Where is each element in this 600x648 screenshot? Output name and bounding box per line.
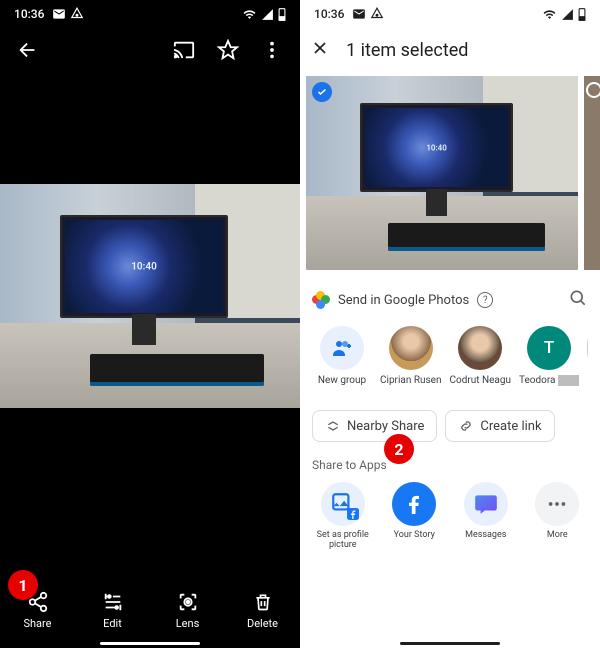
create-link-label: Create link <box>480 419 541 434</box>
share-chips: Nearby Share Create link <box>312 410 588 442</box>
apps-row: Set as profile picture Your Story Messag… <box>312 482 588 551</box>
contact-avatar <box>587 326 588 370</box>
app-label: Your Story <box>394 531 435 541</box>
create-link-chip[interactable]: Create link <box>445 410 554 442</box>
nearby-share-chip[interactable]: Nearby Share <box>312 410 437 442</box>
status-bar: 10:36 <box>0 0 300 28</box>
status-left-icons <box>52 7 84 21</box>
delete-label: Delete <box>247 617 278 630</box>
new-group-button[interactable]: New group <box>312 326 372 386</box>
app-your-story[interactable]: Your Story <box>384 482 446 551</box>
photo-viewer-screen: 10:36 10:40 <box>0 0 300 648</box>
selection-title: 1 item selected <box>346 40 468 61</box>
photo-strip[interactable]: 10:40 <box>300 76 600 270</box>
selected-thumbnail[interactable]: 10:40 <box>306 76 578 270</box>
contact-avatar: T <box>527 326 571 370</box>
more-options-button[interactable] <box>252 30 292 70</box>
share-top-bar: 1 item selected <box>300 28 600 72</box>
send-in-photos-label: Send in Google Photos <box>338 293 469 308</box>
search-button[interactable] <box>568 288 588 312</box>
app-messages[interactable]: Messages <box>455 482 517 551</box>
more-icon <box>535 482 579 526</box>
app-label: Messages <box>465 531 506 541</box>
status-bar: 10:36 <box>300 0 600 28</box>
annotation-badge-2: 2 <box>384 434 414 464</box>
app-set-profile[interactable]: Set as profile picture <box>312 482 374 551</box>
contact-avatar <box>389 326 433 370</box>
share-label: Share <box>23 617 51 630</box>
send-in-photos-row[interactable]: Send in Google Photos ? <box>312 288 588 312</box>
clock-time: 10:36 <box>314 7 344 21</box>
contact-partial[interactable]: Ale <box>587 326 588 386</box>
messages-icon <box>464 482 508 526</box>
contact-ciprian[interactable]: Ciprian Rusen <box>380 326 441 386</box>
facebook-icon <box>392 482 436 526</box>
contact-avatar <box>458 326 502 370</box>
photo-preview[interactable]: 10:40 <box>0 184 300 408</box>
contact-label: Ciprian Rusen <box>380 375 441 386</box>
next-thumbnail[interactable] <box>584 76 600 270</box>
back-button[interactable] <box>8 30 48 70</box>
annotation-badge-1: 1 <box>8 570 38 600</box>
app-more[interactable]: More <box>527 482 589 551</box>
share-sheet-screen: 10:36 1 item selected 10:40 <box>300 0 600 648</box>
help-icon[interactable]: ? <box>477 292 493 308</box>
close-button[interactable] <box>310 38 330 63</box>
contact-label: Codrut Neagu <box>449 375 511 386</box>
nearby-share-label: Nearby Share <box>347 419 424 434</box>
monitor-clock: 10:40 <box>131 261 157 272</box>
status-right-icons <box>242 8 286 21</box>
lens-label: Lens <box>176 617 200 630</box>
viewer-bottom-bar: Share Edit Lens Delete <box>0 572 300 648</box>
viewer-top-bar <box>0 28 300 72</box>
profile-picture-icon <box>321 482 365 526</box>
new-group-label: New group <box>318 375 366 386</box>
app-label: Set as profile picture <box>317 531 369 551</box>
contacts-row: New group Ciprian Rusen Codrut Neagu T T… <box>312 326 588 386</box>
favorite-button[interactable] <box>208 30 248 70</box>
selected-check-icon <box>312 82 332 102</box>
lens-button[interactable]: Lens <box>150 572 225 648</box>
contact-codrut[interactable]: Codrut Neagu <box>449 326 511 386</box>
status-right-icons <box>542 8 586 21</box>
google-photos-icon <box>312 291 330 309</box>
contact-teodora[interactable]: T Teodora xxxxx <box>519 326 579 386</box>
cast-button[interactable] <box>164 30 204 70</box>
contact-label: Teodora xxxxx <box>519 375 579 386</box>
edit-label: Edit <box>103 617 122 630</box>
nav-handle[interactable] <box>100 642 200 645</box>
unselected-ring-icon <box>586 82 600 98</box>
edit-button[interactable]: Edit <box>75 572 150 648</box>
share-to-apps-heading: Share to Apps <box>312 458 588 472</box>
share-sheet: Send in Google Photos ? New group Cipria… <box>300 278 600 648</box>
status-left-icons <box>352 7 384 21</box>
clock-time: 10:36 <box>14 7 44 21</box>
nav-handle[interactable] <box>400 642 500 645</box>
app-label: More <box>547 531 568 541</box>
delete-button[interactable]: Delete <box>225 572 300 648</box>
new-group-icon <box>320 326 364 370</box>
